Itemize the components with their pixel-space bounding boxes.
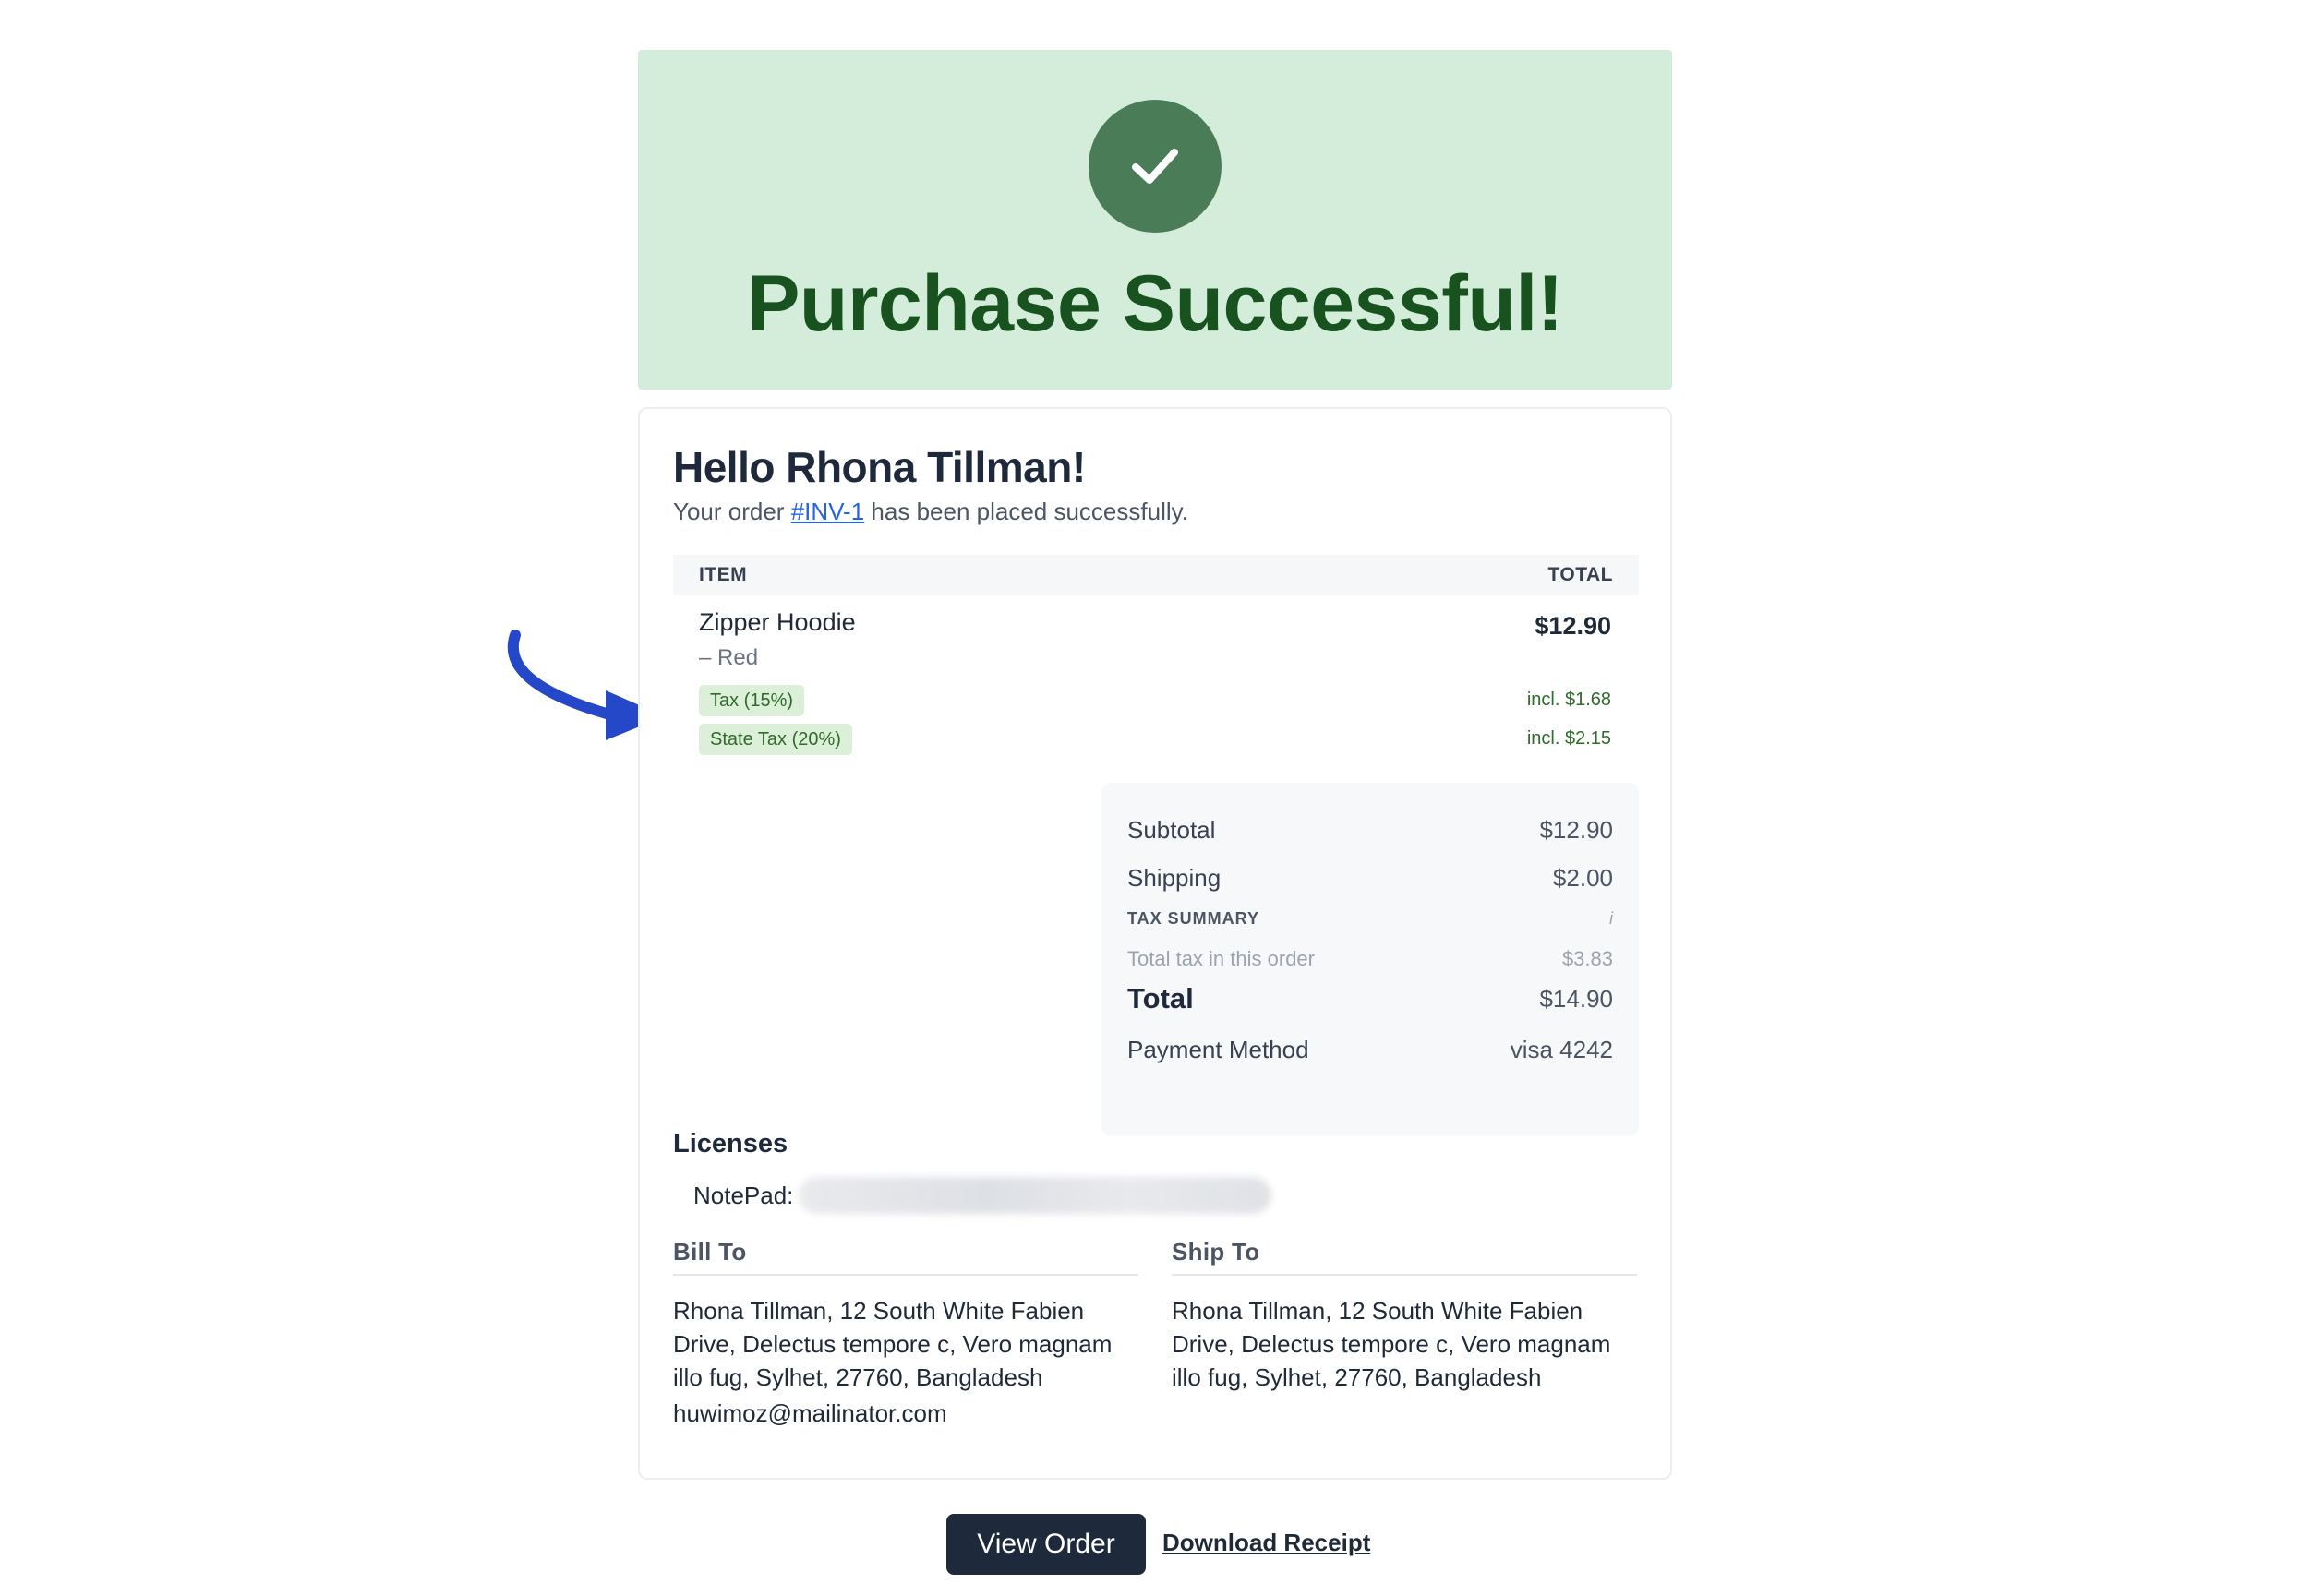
ship-to-section: Ship To Rhona Tillman, 12 South White Fa… (1172, 1238, 1637, 1394)
shipping-label: Shipping (1127, 864, 1222, 892)
page: Purchase Successful! Hello Rhona Tillman… (0, 0, 2311, 1596)
total-tax-row: Total tax in this order $3.83 (1127, 947, 1613, 971)
tax-value: incl. $1.68 (1526, 690, 1611, 710)
total-row: Total $14.90 (1127, 982, 1613, 1015)
column-header-total: TOTAL (1547, 564, 1613, 585)
ship-to-heading: Ship To (1172, 1238, 1637, 1276)
items-table-header: ITEM TOTAL (673, 555, 1639, 595)
subtotal-label: Subtotal (1127, 816, 1216, 844)
bill-to-email: huwimoz@mailinator.com (673, 1399, 947, 1427)
state-tax-badge: State Tax (20%) (699, 724, 852, 755)
payment-method-label: Payment Method (1127, 1036, 1309, 1063)
bill-to-heading: Bill To (673, 1238, 1138, 1276)
banner-title: Purchase Successful! (747, 259, 1563, 348)
tax-summary-label: TAX SUMMARY (1127, 909, 1259, 928)
payment-method-row: Payment Method visa 4242 (1127, 1036, 1613, 1064)
order-message-prefix: Your order (673, 498, 785, 525)
download-receipt-link[interactable]: Download Receipt (1162, 1529, 1370, 1557)
subtotal-value: $12.90 (1539, 816, 1613, 844)
order-card: Hello Rhona Tillman! Your order #INV-1 h… (638, 407, 1672, 1480)
view-order-button[interactable]: View Order (946, 1514, 1146, 1575)
order-summary: Subtotal $12.90 Shipping $2.00 TAX SUMMA… (1101, 783, 1639, 1135)
item-variant: – Red (699, 645, 759, 670)
success-banner: Purchase Successful! (638, 50, 1672, 390)
total-tax-value: $3.83 (1561, 947, 1613, 970)
order-message: Your order #INV-1 has been placed succes… (673, 498, 1188, 526)
license-item: NotePad: (693, 1177, 1272, 1214)
tax-badge: Tax (15%) (699, 685, 805, 716)
payment-method-value: visa 4242 (1510, 1036, 1613, 1063)
shipping-value: $2.00 (1552, 864, 1613, 892)
bill-to-section: Bill To Rhona Tillman, 12 South White Fa… (673, 1238, 1138, 1428)
licenses-heading: Licenses (673, 1129, 788, 1158)
tax-summary-row: TAX SUMMARY i (1127, 909, 1613, 929)
item-total: $12.90 (1535, 612, 1611, 640)
info-icon[interactable]: i (1609, 909, 1613, 929)
shipping-row: Shipping $2.00 (1127, 864, 1613, 893)
subtotal-row: Subtotal $12.90 (1127, 816, 1613, 845)
item-name: Zipper Hoodie (699, 608, 856, 636)
order-message-suffix: has been placed successfully. (871, 498, 1188, 525)
state-tax-value: incl. $2.15 (1526, 728, 1611, 749)
total-tax-label: Total tax in this order (1127, 947, 1315, 970)
column-header-item: ITEM (699, 564, 748, 585)
greeting-heading: Hello Rhona Tillman! (673, 443, 1086, 491)
total-label: Total (1127, 982, 1194, 1014)
license-product: NotePad: (693, 1181, 794, 1209)
license-key-redacted (799, 1177, 1272, 1214)
total-value: $14.90 (1539, 984, 1613, 1013)
ship-to-address: Rhona Tillman, 12 South White Fabien Dri… (1172, 1297, 1611, 1391)
check-icon (1089, 100, 1222, 233)
order-id-link[interactable]: #INV-1 (791, 498, 865, 525)
bill-to-address: Rhona Tillman, 12 South White Fabien Dri… (673, 1297, 1113, 1391)
